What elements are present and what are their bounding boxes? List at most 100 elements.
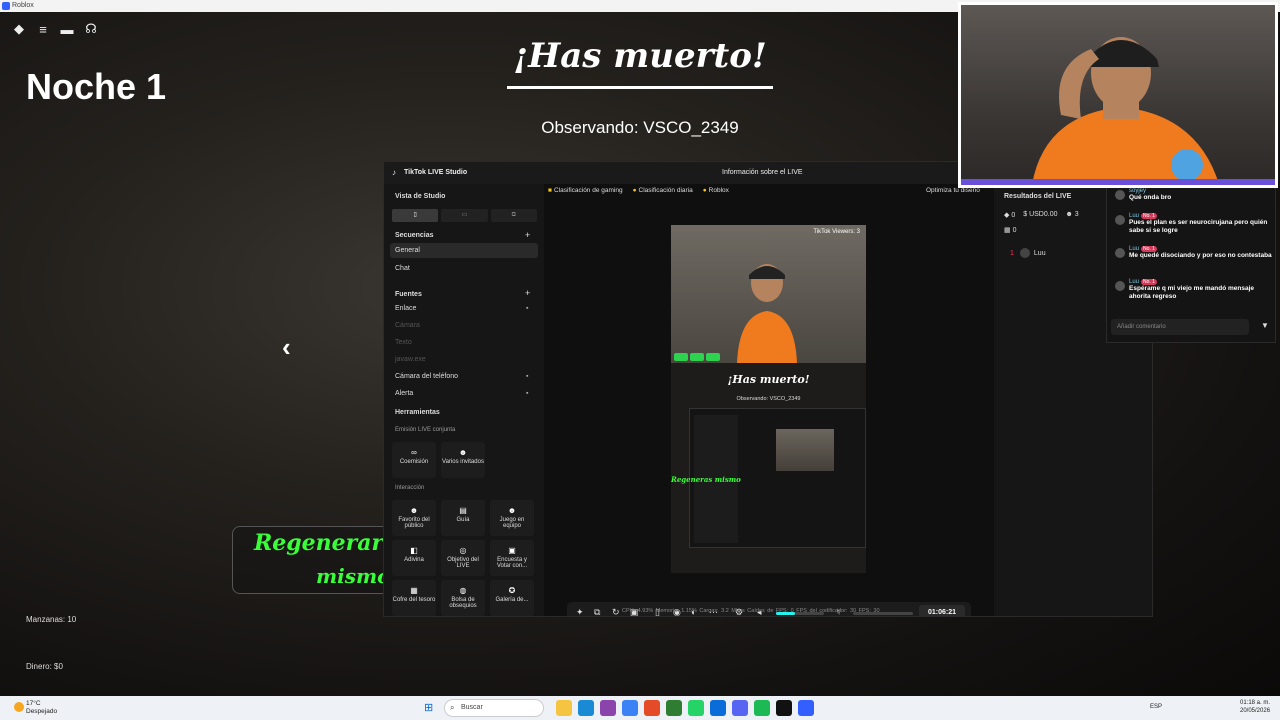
tool-varios-invitados[interactable]: ☻ Varios invitados — [441, 442, 485, 478]
source-texto[interactable]: Texto — [395, 339, 412, 346]
joint-live-header: Emisión LIVE conjunta — [395, 427, 456, 433]
sequence-general[interactable]: General — [390, 243, 538, 258]
chip-gaming[interactable]: ■ Clasificación de gaming — [548, 187, 623, 194]
roblox-logo-icon[interactable]: ◆ — [10, 20, 28, 38]
viewers-stat: ☻ 3 — [1065, 211, 1079, 218]
nested-webcam — [776, 429, 834, 471]
sequences-header: Secuencias — [395, 232, 434, 239]
app-icon[interactable] — [666, 700, 682, 716]
live-info-link[interactable]: Información sobre el LIVE — [722, 169, 803, 176]
headset-icon[interactable]: ☊ — [82, 20, 100, 38]
lang-indicator[interactable]: ESP — [1150, 704, 1162, 710]
windows-start-icon[interactable]: ⊞ — [424, 702, 436, 714]
studio-sidebar: Vista de Studio ▯ ▭ ⧉ Secuencias + Gener… — [384, 184, 544, 616]
comment-input[interactable]: Añadir comentario — [1111, 319, 1249, 335]
avatar — [1115, 248, 1125, 258]
whatsapp-icon[interactable] — [688, 700, 704, 716]
chrome-icon[interactable] — [644, 700, 660, 716]
taskbar: 17°C Despejado ⊞ ⌕ Buscar ESP 01:18 a. m. 2… — [0, 696, 1280, 720]
avatar — [1115, 281, 1125, 291]
file-explorer-icon[interactable] — [556, 700, 572, 716]
tool-cofre[interactable]: ▦ Cofre del tesoro — [392, 580, 436, 616]
dual-layout-icon[interactable]: ⧉ — [490, 209, 537, 222]
ranking-chips: ■ Clasificación de gaming ● Clasificación … — [548, 187, 729, 194]
tiktok-logo-icon: ♪ — [392, 168, 396, 177]
apples-counter: Manzanas: 10 — [26, 615, 77, 624]
preview-viewers: TikTok Viewers: 3 — [813, 229, 860, 235]
performance-stats: CPU: 4.93% Memoria: 1.15% Cargas: 3.2 Mb… — [622, 608, 880, 614]
lock-icon[interactable]: ▪ — [526, 305, 528, 312]
app-icon[interactable] — [622, 700, 638, 716]
filter-icon[interactable]: ▼ — [1261, 321, 1269, 330]
sequence-chat[interactable]: Chat — [395, 265, 410, 272]
menu-icon[interactable]: ≡ — [34, 20, 52, 38]
top-viewer-row[interactable]: 1 Luu — [1010, 248, 1046, 258]
app-icon[interactable] — [710, 700, 726, 716]
taskbar-search[interactable]: ⌕ Buscar — [444, 699, 544, 717]
night-label: Noche 1 — [26, 66, 167, 107]
tool-galeria[interactable]: ✪ Galería de... — [490, 580, 534, 616]
chat-icon[interactable]: ▬ — [58, 20, 76, 38]
previous-player-arrow-icon[interactable]: ‹ — [282, 332, 291, 363]
window-title: Roblox — [12, 2, 34, 9]
roblox-top-menu: ◆ ≡ ▬ ☊ — [10, 20, 100, 38]
preview-spectating: Observando: VSCO_2349 — [736, 396, 801, 402]
usd-stat: $ USD0.00 — [1023, 211, 1058, 218]
gallery-icon: ✪ — [508, 586, 516, 595]
rotate-icon[interactable]: ↻ — [612, 607, 620, 616]
tiktok-studio-icon[interactable] — [776, 700, 792, 716]
source-javaw[interactable]: javaw.exe — [395, 356, 426, 363]
taskbar-apps — [556, 700, 814, 716]
optimize-design-link[interactable]: Optimiza tu diseño — [926, 187, 980, 194]
gift-bag-icon: ◍ — [459, 586, 467, 595]
preview-webcam: TikTok Viewers: 3 — [671, 225, 866, 363]
poll-icon: ▣ — [508, 546, 516, 555]
add-sequence-icon[interactable]: + — [525, 230, 530, 240]
tool-juego-equipo[interactable]: ☻ Juego en equipo — [490, 500, 534, 536]
roblox-icon[interactable] — [798, 700, 814, 716]
tool-favorito[interactable]: ☻ Favorito del público — [392, 500, 436, 536]
layout-switcher: ▯ ▭ ⧉ — [392, 209, 537, 222]
users-icon: ☻ — [458, 448, 468, 457]
preview-death-title: ¡Has muerto! — [727, 373, 810, 386]
source-phone-camera[interactable]: Cámara del teléfono — [395, 373, 458, 380]
layers-icon[interactable]: ⧉ — [594, 607, 600, 616]
death-title-underline — [507, 86, 773, 89]
app-icon[interactable] — [600, 700, 616, 716]
streamer-figure — [737, 264, 797, 363]
effects-icon[interactable]: ✦ — [576, 607, 584, 616]
tools-header: Herramientas — [395, 409, 440, 416]
source-camara[interactable]: Cámara — [395, 322, 420, 329]
lock-icon[interactable]: ▪ — [526, 373, 528, 380]
studio-view-dropdown[interactable]: Vista de Studio — [395, 193, 445, 200]
tool-adivina[interactable]: ◧ Adivina — [392, 540, 436, 576]
portrait-layout-icon[interactable]: ▯ — [392, 209, 439, 222]
tool-objetivo[interactable]: ◎ Objetivo del LIVE — [441, 540, 485, 576]
landscape-layout-icon[interactable]: ▭ — [441, 209, 488, 222]
avatar — [1019, 248, 1030, 258]
avatar — [1115, 215, 1125, 225]
edge-icon[interactable] — [578, 700, 594, 716]
clock[interactable]: 01:18 a. m. 20/05/2026 — [1240, 699, 1270, 715]
stream-preview: TikTok Viewers: 3 ¡Has muerto! Observand… — [671, 225, 866, 573]
tool-encuesta[interactable]: ▣ Encuesta y Votar con... — [490, 540, 534, 576]
discord-icon[interactable] — [732, 700, 748, 716]
lock-icon[interactable]: ▪ — [526, 390, 528, 397]
avatar — [1115, 190, 1125, 200]
tool-bolsa[interactable]: ◍ Bolsa de obsequios — [441, 580, 485, 616]
team-icon: ☻ — [507, 506, 517, 515]
studio-center: ■ Clasificación de gaming ● Clasificación … — [544, 184, 994, 616]
link-icon: ∞ — [411, 448, 417, 457]
spotify-icon[interactable] — [754, 700, 770, 716]
add-source-icon[interactable]: + — [525, 288, 530, 298]
tool-coemision[interactable]: ∞ Coemisión — [392, 442, 436, 478]
tool-guia[interactable]: ▤ Guía — [441, 500, 485, 536]
users-icon: ☻ — [409, 506, 419, 515]
chip-roblox[interactable]: ● Roblox — [703, 187, 729, 194]
source-alerta[interactable]: Alerta — [395, 390, 413, 397]
death-title: ¡Has muerto! — [513, 36, 767, 76]
chip-daily[interactable]: ● Clasificación diaria — [633, 187, 693, 194]
chat-message: Luu No. 1 Me quedé disociando y por eso n… — [1129, 246, 1272, 259]
source-enlace[interactable]: Enlace — [395, 305, 416, 312]
chat-message: Luu No. 1 Pues el plan es ser neurociruja… — [1129, 213, 1268, 234]
